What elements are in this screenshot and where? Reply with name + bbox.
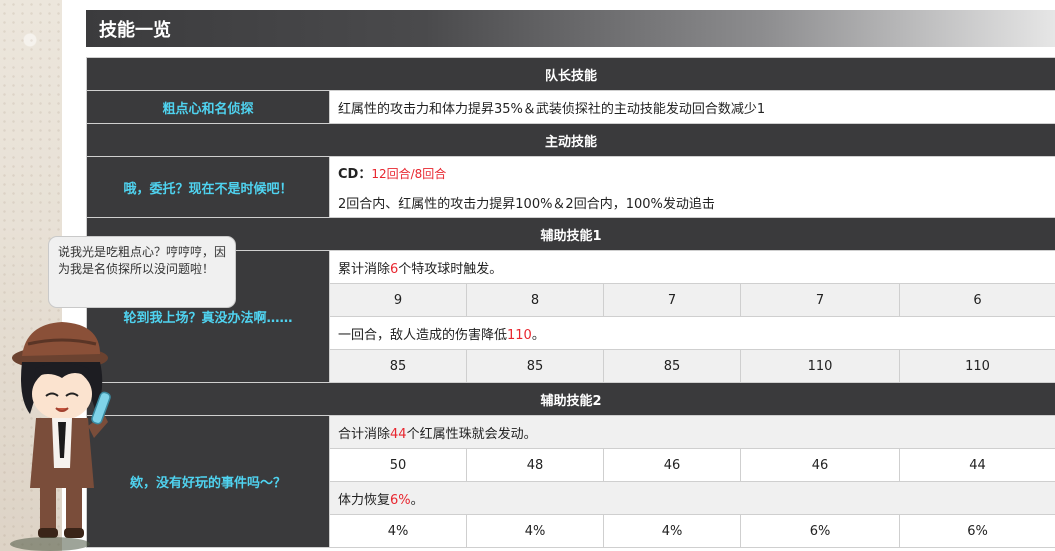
support1-condition: 累计消除6个特攻球时触发。	[328, 250, 1055, 284]
active-category: 主动技能	[85, 123, 1055, 157]
leader-skill-name: 粗点心和名侦探	[86, 90, 330, 124]
support2-cond-row: 欸，没有好玩的事件吗～？ 合计消除44个红属性珠就会发动。	[86, 415, 1055, 548]
cd-value: 12回合/8回合	[371, 166, 447, 181]
support2-category: 辅助技能2	[85, 382, 1055, 416]
table-cell: 4%	[329, 514, 467, 548]
mascot-speech-bubble: 说我光是吃粗点心？哼哼哼，因为我是名侦探所以没问题啦！	[48, 236, 236, 308]
active-skill-desc: 2回合内、红属性的攻击力提昇100%＆2回合内，100%发动追击	[328, 187, 1055, 218]
support1-effect-num: 110	[507, 327, 532, 343]
table-cell: 7	[740, 283, 900, 317]
leader-category: 队长技能	[85, 57, 1055, 91]
table-cell: 4%	[603, 514, 741, 548]
support1-effect-pre: 一回合，敌人造成的伤害降低	[338, 327, 508, 343]
table-cell: 6%	[740, 514, 900, 548]
leader-skill-row: 粗点心和名侦探 红属性的攻击力和体力提昇35%＆武装侦探社的主动技能发动回合数减…	[86, 90, 1055, 124]
table-cell: 48	[466, 448, 604, 482]
active-skill-name: 哦，委托？现在不是时候吧！	[86, 156, 330, 218]
speech-bubble-text: 说我光是吃粗点心？哼哼哼，因为我是名侦探所以没问题啦！	[58, 245, 227, 276]
support1-cond-pre: 累计消除	[338, 261, 391, 277]
support1-cond-post: 个特攻球时触发。	[398, 261, 503, 277]
leader-category-row: 队长技能	[85, 57, 1055, 91]
support2-skill-name: 欸，没有好玩的事件吗～？	[86, 415, 330, 548]
cd-label: CD：	[338, 166, 372, 182]
active-category-row: 主动技能	[85, 123, 1055, 157]
table-cell: 7	[603, 283, 741, 317]
support2-cond-num: 44	[390, 426, 407, 442]
mascot-character[interactable]	[8, 318, 118, 551]
support2-effect: 体力恢复6%。	[328, 481, 1055, 515]
support2-condition: 合计消除44个红属性珠就会发动。	[328, 415, 1055, 449]
table-cell: 46	[740, 448, 900, 482]
table-cell: 9	[329, 283, 467, 317]
table-cell: 85	[603, 349, 741, 383]
section-title-text: 技能一览	[99, 19, 171, 41]
table-cell: 85	[466, 349, 604, 383]
leader-skill-desc: 红属性的攻击力和体力提昇35%＆武装侦探社的主动技能发动回合数减少1	[328, 90, 1055, 124]
table-cell: 44	[898, 448, 1055, 482]
table-cell: 8	[466, 283, 604, 317]
table-cell: 110	[740, 349, 900, 383]
active-cd: CD：12回合/8回合	[328, 156, 1055, 188]
support2-cond-post: 个红属性珠就会发动。	[406, 426, 537, 442]
section-title: 技能一览	[86, 10, 1055, 47]
support2-effect-num: 6%	[390, 492, 411, 508]
table-cell: 4%	[466, 514, 604, 548]
table-cell: 50	[329, 448, 467, 482]
support2-cond-pre: 合计消除	[338, 426, 391, 442]
support1-effect-post: 。	[531, 327, 545, 343]
table-cell: 6	[898, 283, 1055, 317]
table-cell: 110	[898, 349, 1055, 383]
table-cell: 6%	[898, 514, 1055, 548]
support2-effect-pre: 体力恢复	[338, 492, 391, 508]
table-cell: 46	[603, 448, 741, 482]
support2-effect-post: 。	[410, 492, 424, 508]
table-cell: 85	[329, 349, 467, 383]
support1-effect: 一回合，敌人造成的伤害降低110。	[328, 316, 1055, 350]
support2-category-row: 辅助技能2	[85, 382, 1055, 416]
active-cd-row: 哦，委托？现在不是时候吧！ CD：12回合/8回合	[86, 156, 1055, 218]
